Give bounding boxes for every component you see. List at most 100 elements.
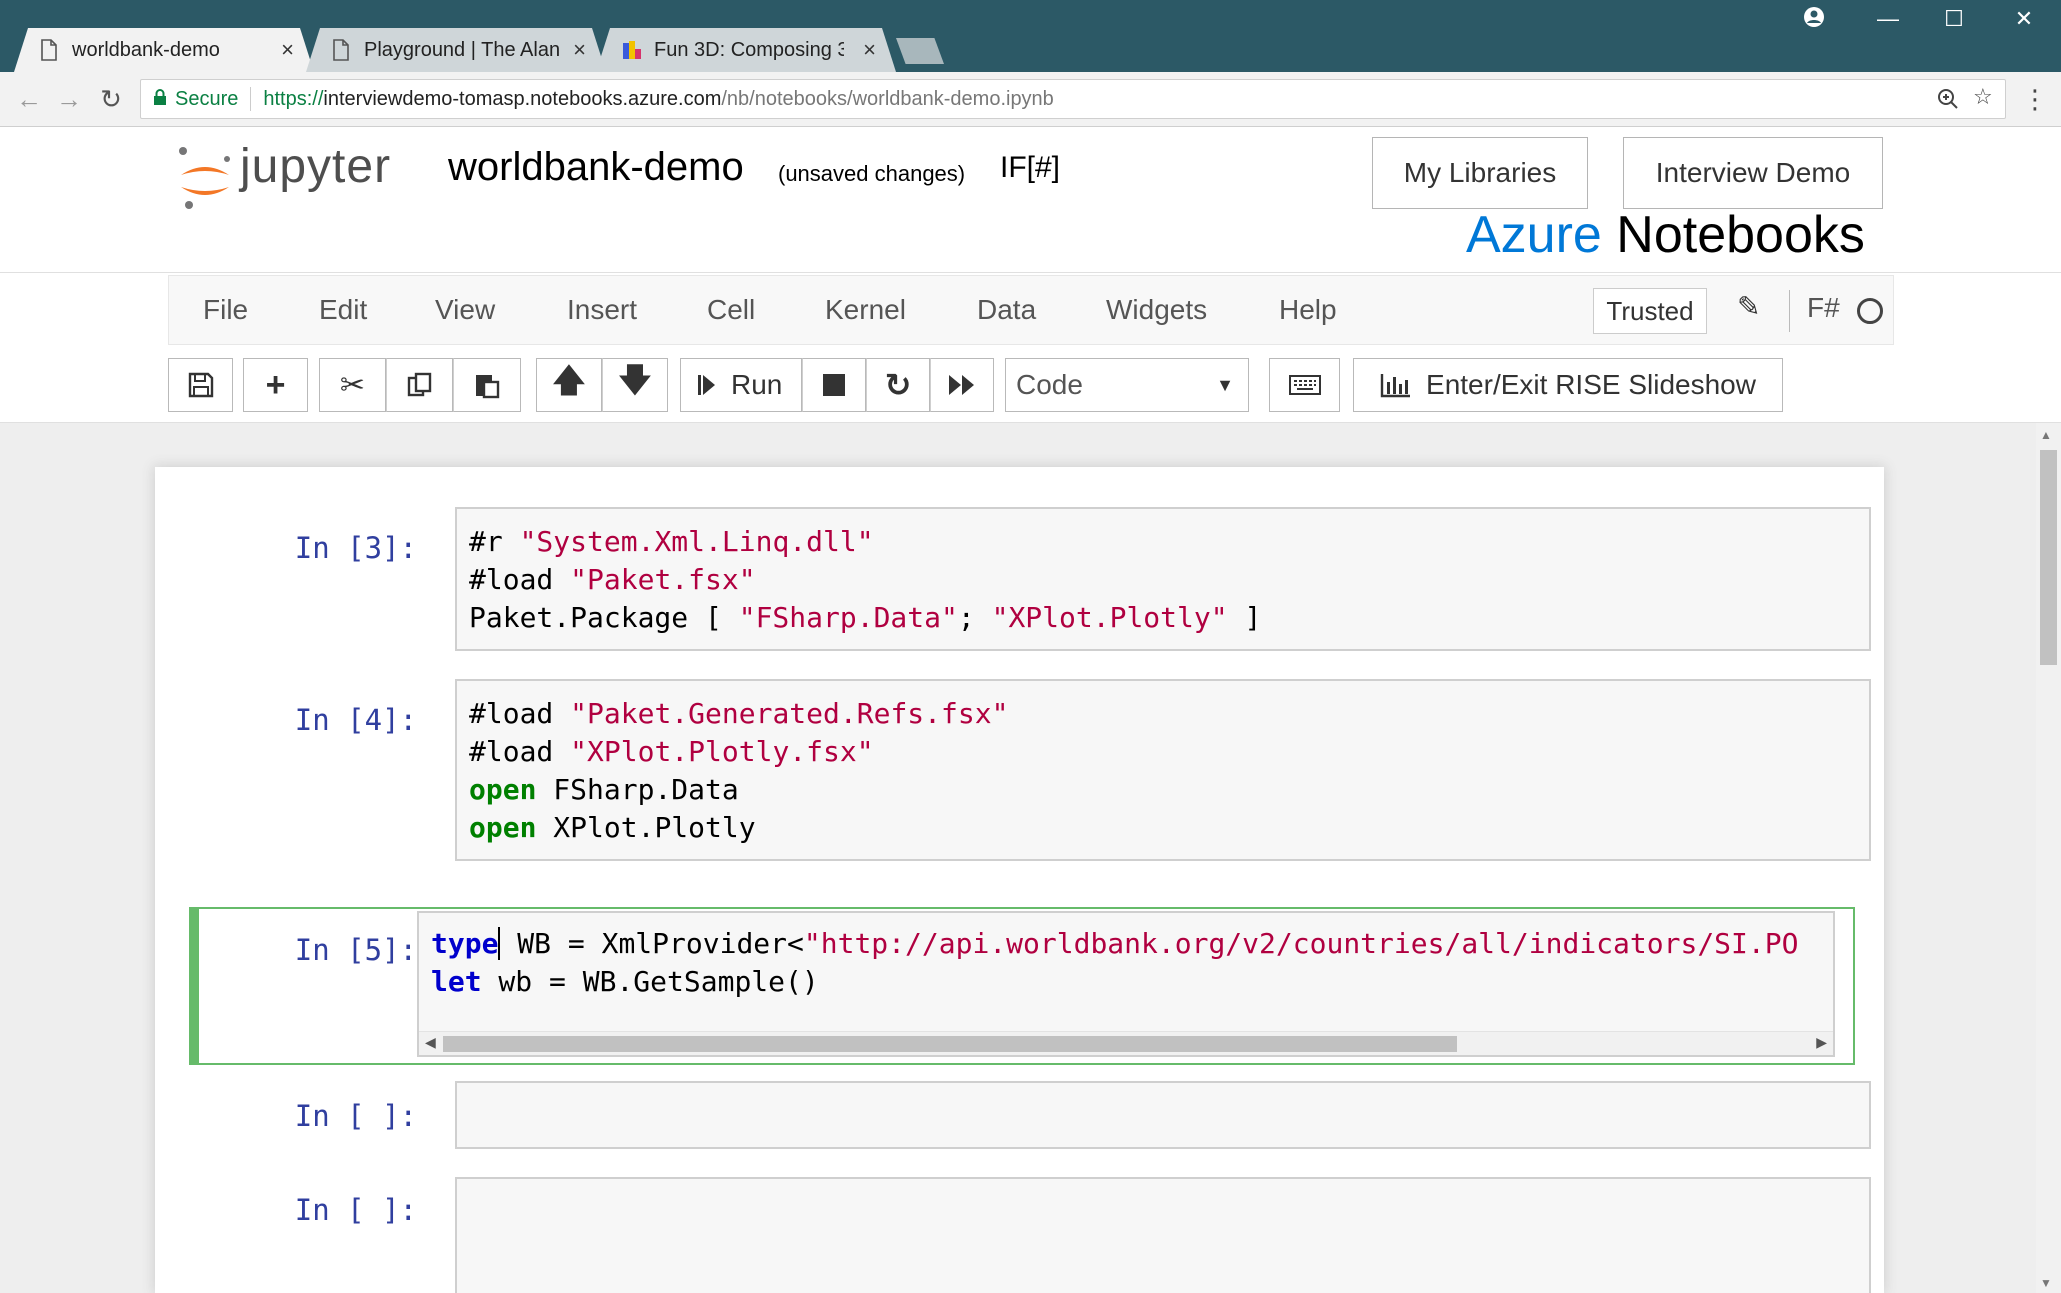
cut-button[interactable]: ✂ [319,358,386,412]
secure-label: Secure [175,87,239,110]
notebook-title[interactable]: worldbank-demo [448,145,744,190]
save-button[interactable] [168,358,233,412]
minimize-icon[interactable]: — [1868,6,1908,32]
code-text[interactable]: type WB = XmlProvider<"http://api.worldb… [419,913,1833,1015]
menu-cell[interactable]: Cell [707,294,755,326]
menu-data[interactable]: Data [977,294,1036,326]
restart-kernel-button[interactable]: ↻ [866,358,930,412]
jupyter-logo-text[interactable]: jupyter [240,139,391,194]
input-prompt: In [4]: [294,703,417,737]
rise-slideshow-button[interactable]: Enter/Exit RISE Slideshow [1353,358,1783,412]
menu-view[interactable]: View [435,294,495,326]
azure-logo-part: Azure [1466,206,1602,264]
restart-run-all-button[interactable] [930,358,994,412]
notebook-header: jupyter worldbank-demo (unsaved changes)… [0,127,2061,273]
plus-icon: + [265,365,286,404]
code-cell[interactable]: In [3]: #r "System.Xml.Linq.dll" #load "… [191,507,1871,653]
scroll-down-icon[interactable]: ▼ [2040,1276,2052,1290]
menu-help[interactable]: Help [1279,294,1337,326]
menu-edit[interactable]: Edit [319,294,367,326]
empty-code-cell[interactable]: In [ ]: [191,1177,1871,1293]
code-scrollbar-thumb[interactable] [443,1036,1457,1052]
browser-tab-worldbank[interactable]: worldbank-demo × [14,28,314,72]
notebook-container: In [3]: #r "System.Xml.Linq.dll" #load "… [155,467,1884,1293]
browser-menu-icon[interactable]: ⋮ [2018,84,2052,115]
code-editor[interactable] [455,1177,1871,1293]
code-cell[interactable]: In [4]: #load "Paket.Generated.Refs.fsx"… [191,679,1871,869]
my-libraries-button[interactable]: My Libraries [1372,137,1588,209]
document-icon [40,39,58,61]
code-text[interactable]: #r "System.Xml.Linq.dll" #load "Paket.fs… [457,509,1869,649]
menu-toolbar-area: File Edit View Insert Cell Kernel Data W… [0,273,2061,423]
scroll-left-icon[interactable]: ◀ [425,1034,436,1051]
menu-file[interactable]: File [203,294,248,326]
menu-insert[interactable]: Insert [567,294,637,326]
jupyter-logo-icon[interactable] [175,145,235,211]
arrow-down-icon: 🡇 [618,362,652,398]
close-tab-icon[interactable]: × [863,37,876,63]
interview-demo-button[interactable]: Interview Demo [1623,137,1883,209]
code-horizontal-scrollbar[interactable]: ◀ ▶ [419,1031,1833,1055]
edit-mode-pencil-icon: ✎ [1737,291,1761,322]
reload-icon[interactable]: ↻ [94,84,128,115]
trusted-indicator[interactable]: Trusted [1593,288,1707,334]
step-forward-icon [698,375,715,395]
code-editor[interactable]: type WB = XmlProvider<"http://api.worldb… [417,911,1835,1057]
menubar: File Edit View Insert Cell Kernel Data W… [168,275,1894,345]
cell-type-value: Code [1016,369,1083,400]
page-scrollbar-thumb[interactable] [2040,450,2057,665]
scroll-right-icon[interactable]: ▶ [1816,1034,1827,1051]
interrupt-kernel-button[interactable] [802,358,866,412]
address-bar: ← → ↻ Secure https:// interviewdemo-toma… [0,72,2061,127]
profile-icon[interactable] [1794,6,1834,34]
url-separator [250,87,252,111]
empty-code-cell[interactable]: In [ ]: [191,1081,1871,1151]
arrow-up-icon: 🡅 [552,362,586,398]
fun3d-favicon-icon [622,39,641,61]
menubar-divider [1789,290,1790,332]
zoom-icon[interactable] [1937,88,1959,116]
insert-cell-button[interactable]: + [243,358,308,412]
move-cell-down-button[interactable]: 🡇 [602,358,668,412]
forward-icon[interactable]: → [52,84,86,115]
scroll-up-icon[interactable]: ▲ [2040,428,2052,442]
run-button[interactable]: Run [680,358,802,412]
code-editor[interactable] [455,1081,1871,1149]
notebooks-logo-part: Notebooks [1616,206,1865,264]
back-icon[interactable]: ← [12,84,46,115]
window-close-icon[interactable]: ✕ [2004,6,2044,32]
browser-tab-playground[interactable]: Playground | The Alan Tu × [306,28,606,72]
url-host: interviewdemo-tomasp.notebooks.azure.com [323,87,722,110]
maximize-icon[interactable]: ☐ [1934,6,1974,32]
code-text[interactable]: #load "Paket.Generated.Refs.fsx" #load "… [457,681,1869,859]
menu-kernel[interactable]: Kernel [825,294,906,326]
paste-icon [476,375,500,399]
move-cell-up-button[interactable]: 🡅 [536,358,602,412]
kernel-idle-indicator-icon [1857,298,1883,324]
new-tab-button[interactable] [896,38,944,64]
kernel-language[interactable]: F# [1807,292,1840,324]
menu-widgets[interactable]: Widgets [1106,294,1207,326]
url-field[interactable]: Secure https:// interviewdemo-tomasp.not… [140,79,2006,119]
dropdown-caret-icon: ▼ [1216,375,1234,395]
stop-icon [823,374,845,396]
run-label: Run [731,369,783,400]
bookmark-star-icon[interactable]: ☆ [1973,84,1993,110]
tab-title: Fun 3D: Composing 3D o [654,38,844,61]
code-cell-selected[interactable]: In [5]: type WB = XmlProvider<"http://ap… [189,907,1855,1065]
fast-forward-icon [949,375,974,395]
paste-button[interactable] [453,358,521,412]
copy-icon [407,372,431,397]
tab-title: worldbank-demo [72,38,220,61]
url-protocol: https:// [263,87,324,110]
copy-button[interactable] [386,358,453,412]
close-tab-icon[interactable]: × [573,37,586,63]
browser-tab-fun3d[interactable]: Fun 3D: Composing 3D o × [596,28,896,72]
cell-type-select[interactable]: Code ▼ [1005,358,1249,412]
code-editor[interactable]: #load "Paket.Generated.Refs.fsx" #load "… [455,679,1871,861]
input-prompt: In [5]: [294,933,417,967]
code-editor[interactable]: #r "System.Xml.Linq.dll" #load "Paket.fs… [455,507,1871,651]
close-tab-icon[interactable]: × [281,37,294,63]
command-palette-button[interactable] [1269,358,1340,412]
azure-notebooks-logo: Azure Notebooks [1466,205,1865,265]
